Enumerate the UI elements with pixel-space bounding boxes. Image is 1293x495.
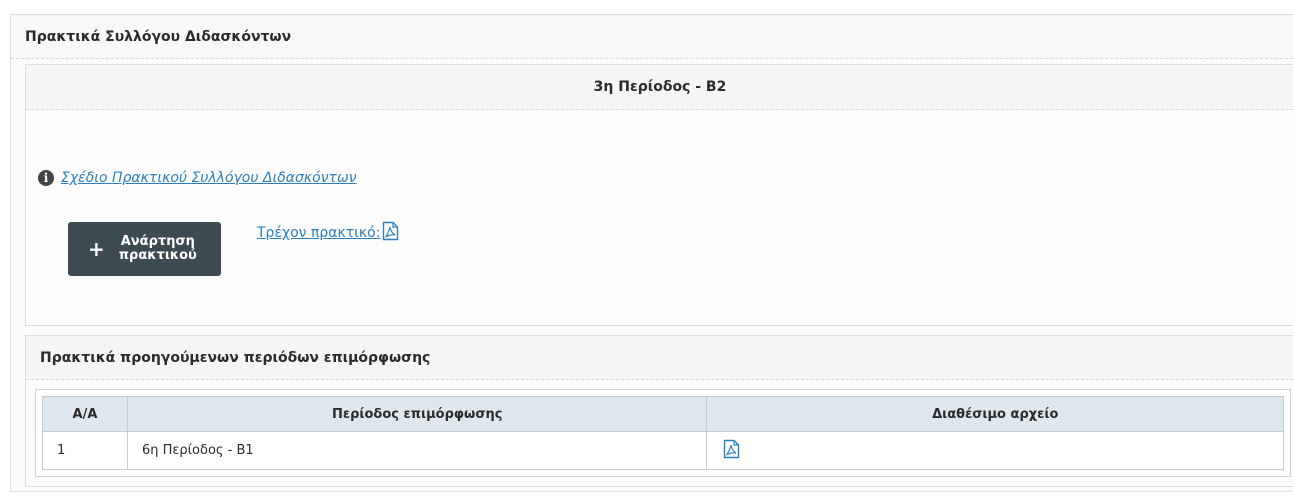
previous-periods-table: Α/Α Περίοδος επιμόρφωσης Διαθέσιμο αρχεί… xyxy=(42,396,1284,470)
previous-periods-title: Πρακτικά προηγούμενων περιόδων επιμόρφωσ… xyxy=(26,336,1293,380)
template-minutes-link[interactable]: Σχέδιο Πρακτικού Συλλόγου Διδασκόντων xyxy=(61,170,357,186)
pdf-icon[interactable] xyxy=(723,439,740,463)
previous-periods-table-container: Α/Α Περίοδος επιμόρφωσης Διαθέσιμο αρχεί… xyxy=(35,389,1291,477)
template-info-line: i Σχέδιο Πρακτικού Συλλόγου Διδασκόντων xyxy=(38,170,357,186)
upload-button-label: Ανάρτηση πρακτικού xyxy=(118,234,197,263)
current-period-panel: 3η Περίοδος - Β2 i Σχέδιο Πρακτικού Συλλ… xyxy=(25,64,1293,326)
previous-periods-panel: Πρακτικά προηγούμενων περιόδων επιμόρφωσ… xyxy=(25,335,1293,487)
panel-title: Πρακτικά Συλλόγου Διδασκόντων xyxy=(11,15,1293,59)
table-row: 1 6η Περίοδος - Β1 xyxy=(42,431,1284,470)
period-title: 3η Περίοδος - Β2 xyxy=(26,65,1293,110)
plus-icon: + xyxy=(88,237,105,261)
teachers-minutes-panel: Πρακτικά Συλλόγου Διδασκόντων 3η Περίοδο… xyxy=(10,14,1293,492)
pdf-icon[interactable] xyxy=(382,221,399,245)
row-file xyxy=(706,431,1284,470)
current-minutes-link[interactable]: Τρέχον πρακτικό: xyxy=(257,225,380,241)
info-icon: i xyxy=(38,170,54,186)
row-period: 6η Περίοδος - Β1 xyxy=(126,431,708,470)
current-minutes-line: Τρέχον πρακτικό: xyxy=(257,221,399,245)
upload-minutes-button[interactable]: + Ανάρτηση πρακτικού xyxy=(68,222,221,276)
column-header-file: Διαθέσιμο αρχείο xyxy=(706,396,1284,432)
column-header-period: Περίοδος επιμόρφωσης xyxy=(126,396,708,432)
column-header-index: Α/Α xyxy=(42,396,128,432)
row-index: 1 xyxy=(42,431,128,470)
table-header-row: Α/Α Περίοδος επιμόρφωσης Διαθέσιμο αρχεί… xyxy=(42,396,1284,432)
